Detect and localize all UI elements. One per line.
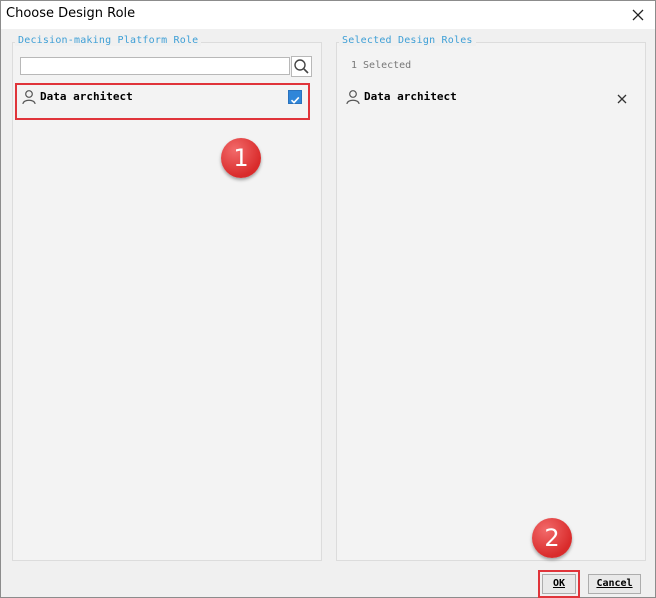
- annotation-badge-1: 1: [221, 138, 261, 178]
- remove-icon: [617, 94, 627, 104]
- role-search-input[interactable]: [20, 57, 290, 75]
- choose-design-role-dialog: Choose Design Role Decision-making Platf…: [0, 0, 656, 598]
- selected-item-data-architect: Data architect: [344, 87, 634, 109]
- highlight-box-role: [15, 83, 310, 120]
- user-icon: [346, 90, 360, 105]
- close-icon: [632, 9, 644, 21]
- platform-role-panel-title: Decision-making Platform Role: [15, 35, 202, 46]
- search-icon: [294, 59, 309, 74]
- selected-roles-panel: [336, 42, 646, 561]
- selected-roles-panel-title: Selected Design Roles: [339, 35, 476, 46]
- selected-item-label: Data architect: [364, 90, 457, 103]
- title-bar: Choose Design Role: [1, 1, 655, 29]
- search-button[interactable]: [291, 56, 312, 77]
- selected-count: 1 Selected: [351, 60, 412, 71]
- close-button[interactable]: [627, 4, 649, 26]
- highlight-box-ok: [538, 570, 580, 598]
- cancel-button[interactable]: Cancel: [588, 574, 641, 594]
- remove-selected-button[interactable]: [616, 90, 628, 104]
- annotation-badge-2: 2: [532, 518, 572, 558]
- dialog-title: Choose Design Role: [6, 6, 136, 21]
